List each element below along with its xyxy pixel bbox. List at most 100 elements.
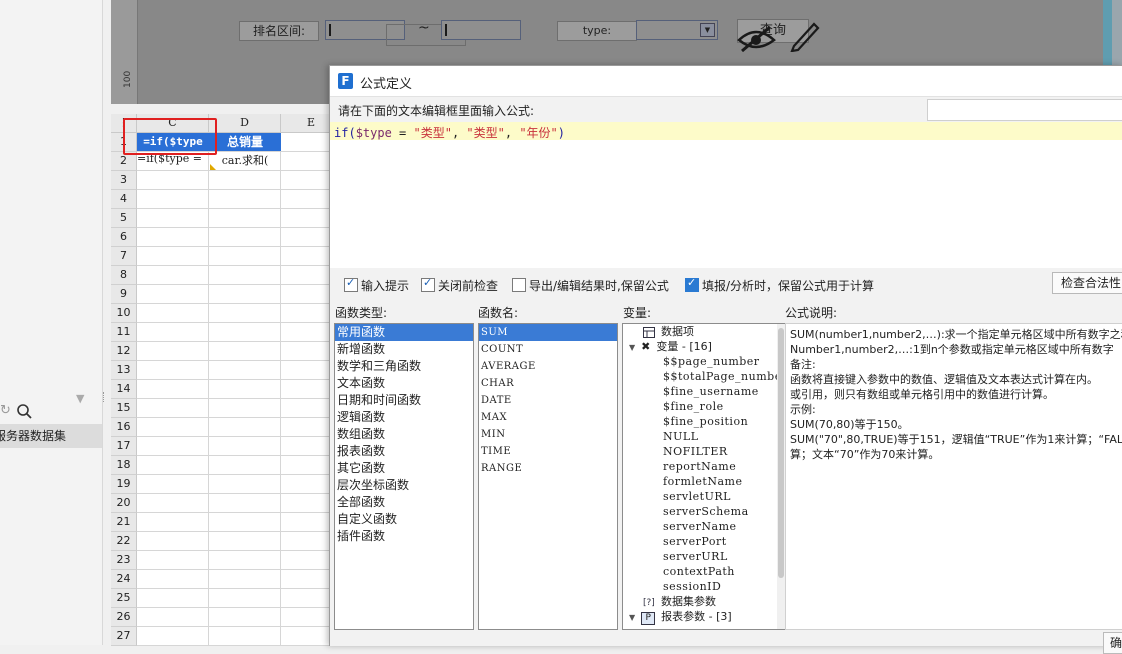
row-header[interactable]: 17 [111, 437, 137, 456]
variable-item[interactable]: serverSchema [623, 504, 785, 519]
row-header[interactable]: 15 [111, 399, 137, 418]
grid-cell[interactable] [137, 285, 209, 304]
row-header[interactable]: 3 [111, 171, 137, 190]
range-end-input[interactable] [441, 20, 521, 40]
func-name-item[interactable]: MAX [479, 409, 617, 426]
row-header[interactable]: 11 [111, 323, 137, 342]
grid-cell[interactable] [209, 608, 281, 627]
row-header[interactable]: 14 [111, 380, 137, 399]
func-type-item[interactable]: 逻辑函数 [335, 409, 473, 426]
grid-cell[interactable] [209, 209, 281, 228]
grid-cell[interactable] [209, 475, 281, 494]
grid-cell[interactable] [209, 532, 281, 551]
grid-cell[interactable] [209, 247, 281, 266]
func-name-item[interactable]: CHAR [479, 375, 617, 392]
hide-eye-icon[interactable] [736, 18, 820, 52]
variable-item[interactable]: $fine_username [623, 384, 785, 399]
grid-cell[interactable] [209, 342, 281, 361]
grid-cell[interactable] [209, 323, 281, 342]
check-validity-button[interactable]: 检查合法性 [1052, 272, 1122, 294]
grid-cell[interactable] [209, 399, 281, 418]
row-header[interactable]: 18 [111, 456, 137, 475]
grid-cell[interactable] [137, 380, 209, 399]
row-header[interactable]: 23 [111, 551, 137, 570]
grid-cell[interactable] [137, 532, 209, 551]
row-header[interactable]: 12 [111, 342, 137, 361]
grid-cell[interactable] [209, 456, 281, 475]
func-type-item[interactable]: 新增函数 [335, 341, 473, 358]
grid-cell[interactable] [137, 228, 209, 247]
grid-cell[interactable] [209, 361, 281, 380]
grid-cell[interactable] [209, 171, 281, 190]
func-type-list[interactable]: 常用函数 新增函数 数学和三角函数 文本函数 日期和时间函数 逻辑函数 数组函数 报表函数 其它… [334, 323, 474, 630]
export-keep-option[interactable]: 导出/编辑结果时,保留公式 [512, 277, 682, 293]
func-type-item[interactable]: 自定义函数 [335, 511, 473, 528]
func-type-item[interactable]: 数学和三角函数 [335, 358, 473, 375]
grid-cell[interactable] [137, 304, 209, 323]
cell-d1[interactable]: 总销量 [209, 133, 281, 151]
row-header[interactable]: 7 [111, 247, 137, 266]
dropdown-arrow-icon[interactable]: ▼ [700, 23, 715, 37]
row-header[interactable]: 8 [111, 266, 137, 285]
grid-cell[interactable] [137, 323, 209, 342]
variable-item[interactable]: $fine_role [623, 399, 785, 414]
tree-var-group[interactable]: ▼ ✖ 变量 - [16] [623, 339, 785, 354]
grid-cell[interactable] [209, 380, 281, 399]
splitter-handle[interactable] [103, 392, 107, 402]
row-header[interactable]: 22 [111, 532, 137, 551]
grid-cell[interactable] [209, 513, 281, 532]
grid-cell[interactable] [209, 228, 281, 247]
row-header[interactable]: 25 [111, 589, 137, 608]
dialog-titlebar[interactable]: F 公式定义 [330, 66, 1122, 97]
func-name-item[interactable]: DATE [479, 392, 617, 409]
variables-scrollbar[interactable] [777, 324, 785, 629]
tree-report-params[interactable]: ▼ P 报表参数 - [3] [623, 609, 785, 625]
confirm-button[interactable]: 确 [1103, 632, 1122, 654]
func-type-item[interactable]: 常用函数 [335, 324, 473, 341]
grid-cell[interactable] [137, 171, 209, 190]
row-header[interactable]: 16 [111, 418, 137, 437]
func-name-list[interactable]: SUM COUNT AVERAGE CHAR DATE MAX MIN TIME RANGE [478, 323, 618, 630]
row-header[interactable]: 4 [111, 190, 137, 209]
grid-cell[interactable] [137, 551, 209, 570]
grid-cell[interactable] [209, 437, 281, 456]
grid-cell[interactable] [209, 627, 281, 646]
row-header[interactable]: 27 [111, 627, 137, 646]
grid-cell[interactable] [137, 361, 209, 380]
func-name-item[interactable]: COUNT [479, 341, 617, 358]
grid-cell[interactable] [137, 456, 209, 475]
col-header-d[interactable]: D [209, 114, 281, 133]
func-type-item[interactable]: 全部函数 [335, 494, 473, 511]
variables-scroll-thumb[interactable] [778, 328, 784, 578]
func-type-item[interactable]: 层次坐标函数 [335, 477, 473, 494]
grid-cell[interactable] [137, 513, 209, 532]
row-header[interactable]: 24 [111, 570, 137, 589]
formula-text[interactable]: if($type = "类型", "类型", "年份") [334, 124, 565, 141]
grid-cell[interactable] [137, 437, 209, 456]
variable-item[interactable]: formletName [623, 474, 785, 489]
grid-cell[interactable] [137, 589, 209, 608]
grid-cell[interactable] [137, 608, 209, 627]
grid-cell[interactable] [137, 570, 209, 589]
variable-item[interactable]: $fine_position [623, 414, 785, 429]
cell-d2[interactable]: car.求和( [209, 152, 281, 170]
func-type-item[interactable]: 其它函数 [335, 460, 473, 477]
func-name-item[interactable]: RANGE [479, 460, 617, 477]
check-before-close-checkbox[interactable] [421, 276, 435, 292]
row-header[interactable]: 26 [111, 608, 137, 627]
grid-cell[interactable] [137, 190, 209, 209]
grid-cell[interactable] [209, 570, 281, 589]
fill-keep-option[interactable]: 填报/分析时，保留公式用于计算 [685, 276, 885, 293]
variable-item[interactable]: NULL [623, 429, 785, 444]
server-dataset-item[interactable]: 服务器数据集 [0, 424, 102, 448]
variable-item[interactable]: serverURL [623, 549, 785, 564]
func-type-item[interactable]: 数组函数 [335, 426, 473, 443]
variable-item[interactable]: serverName [623, 519, 785, 534]
expand-arrow-icon[interactable]: ▼ [629, 343, 635, 352]
row-header[interactable]: 21 [111, 513, 137, 532]
grid-cell[interactable] [137, 266, 209, 285]
export-keep-checkbox[interactable] [512, 278, 526, 292]
grid-cell[interactable] [137, 494, 209, 513]
input-hint-checkbox[interactable] [344, 276, 358, 292]
grid-cell[interactable] [137, 342, 209, 361]
